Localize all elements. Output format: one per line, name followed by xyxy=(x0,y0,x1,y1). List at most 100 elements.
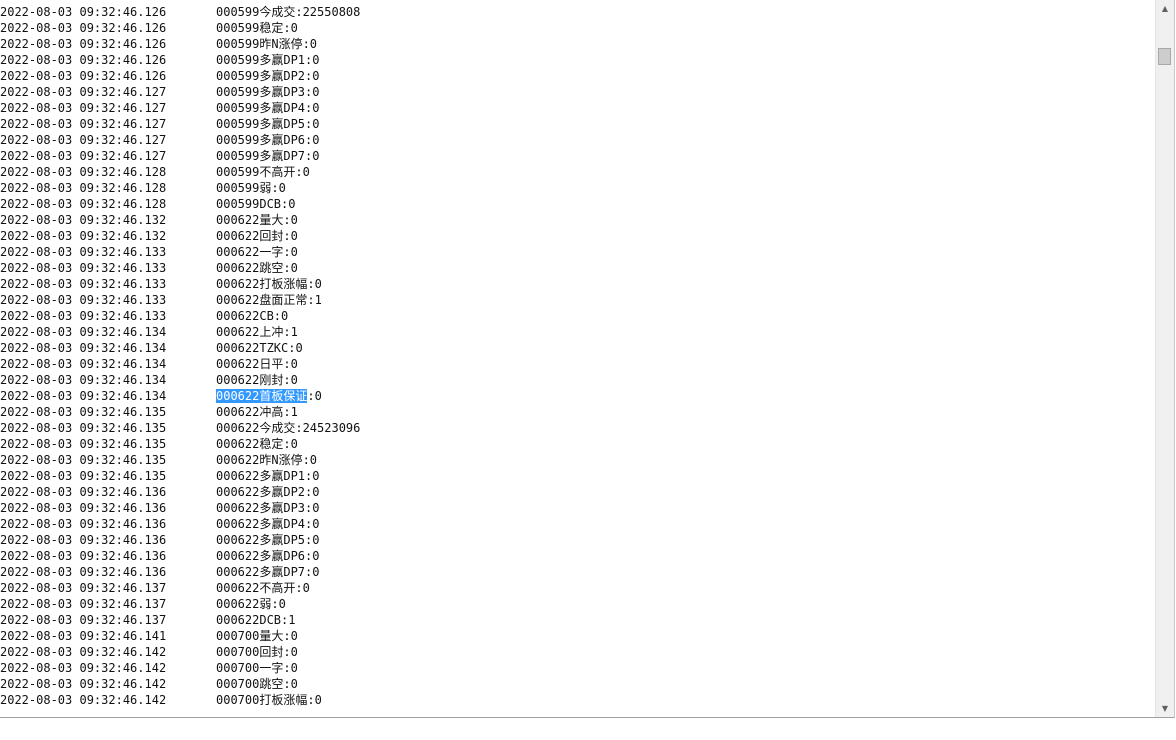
log-timestamp: 2022-08-03 09:32:46.133 xyxy=(0,293,167,307)
log-timestamp: 2022-08-03 09:32:46.127 xyxy=(0,101,167,115)
log-message: 000622上冲:1 xyxy=(216,325,298,339)
log-message-rest: :0 xyxy=(307,389,322,403)
log-message: 000622量大:0 xyxy=(216,213,298,227)
log-timestamp: 2022-08-03 09:32:46.133 xyxy=(0,277,167,291)
log-message: 000622多赢DP2:0 xyxy=(216,485,320,499)
log-timestamp: 2022-08-03 09:32:46.134 xyxy=(0,357,167,371)
log-line: 2022-08-03 09:32:46.128 000599不高开:0 xyxy=(0,164,1150,180)
log-message: 000622刚封:0 xyxy=(216,373,298,387)
log-timestamp: 2022-08-03 09:32:46.136 xyxy=(0,549,167,563)
log-line: 2022-08-03 09:32:46.127 000599多赢DP6:0 xyxy=(0,132,1150,148)
log-timestamp: 2022-08-03 09:32:46.133 xyxy=(0,309,167,323)
log-timestamp: 2022-08-03 09:32:46.142 xyxy=(0,693,167,707)
log-line: 2022-08-03 09:32:46.126 000599多赢DP1:0 xyxy=(0,52,1150,68)
log-message: 000622多赢DP1:0 xyxy=(216,469,320,483)
log-message: 000622昨N涨停:0 xyxy=(216,453,318,467)
log-timestamp: 2022-08-03 09:32:46.137 xyxy=(0,581,167,595)
log-line: 2022-08-03 09:32:46.127 000599多赢DP4:0 xyxy=(0,100,1150,116)
log-line: 2022-08-03 09:32:46.134 000622上冲:1 xyxy=(0,324,1150,340)
log-line: 2022-08-03 09:32:46.127 000599多赢DP7:0 xyxy=(0,148,1150,164)
log-message: 000599昨N涨停:0 xyxy=(216,37,318,51)
log-timestamp: 2022-08-03 09:32:46.136 xyxy=(0,501,167,515)
log-line: 2022-08-03 09:32:46.126 000599今成交:2255080… xyxy=(0,4,1150,20)
log-timestamp: 2022-08-03 09:32:46.136 xyxy=(0,517,167,531)
log-line: 2022-08-03 09:32:46.142 000700跳空:0 xyxy=(0,676,1150,692)
log-timestamp: 2022-08-03 09:32:46.142 xyxy=(0,677,167,691)
log-message: 000622DCB:1 xyxy=(216,613,296,627)
log-line: 2022-08-03 09:32:46.135 000622多赢DP1:0 xyxy=(0,468,1150,484)
log-message: 000622TZKC:0 xyxy=(216,341,303,355)
log-timestamp: 2022-08-03 09:32:46.126 xyxy=(0,5,167,19)
log-message: 000622弱:0 xyxy=(216,597,286,611)
scroll-up-icon[interactable]: ▲ xyxy=(1156,0,1174,17)
scrollbar-thumb[interactable] xyxy=(1158,48,1171,65)
log-line: 2022-08-03 09:32:46.133 000622CB:0 xyxy=(0,308,1150,324)
log-timestamp: 2022-08-03 09:32:46.126 xyxy=(0,53,167,67)
log-line: 2022-08-03 09:32:46.134 000622首板保证:0 xyxy=(0,388,1150,404)
log-timestamp: 2022-08-03 09:32:46.128 xyxy=(0,197,167,211)
log-line: 2022-08-03 09:32:46.136 000622多赢DP3:0 xyxy=(0,500,1150,516)
log-timestamp: 2022-08-03 09:32:46.136 xyxy=(0,565,167,579)
log-timestamp: 2022-08-03 09:32:46.127 xyxy=(0,149,167,163)
log-textarea[interactable]: 2022-08-03 09:32:46.126 000599今成交:2255080… xyxy=(0,4,1150,714)
log-line: 2022-08-03 09:32:46.128 000599DCB:0 xyxy=(0,196,1150,212)
log-message: 000599DCB:0 xyxy=(216,197,296,211)
log-message: 000599多赢DP7:0 xyxy=(216,149,320,163)
log-timestamp: 2022-08-03 09:32:46.132 xyxy=(0,229,167,243)
log-message: 000599多赢DP1:0 xyxy=(216,53,320,67)
log-line: 2022-08-03 09:32:46.137 000622弱:0 xyxy=(0,596,1150,612)
scroll-down-icon[interactable]: ▼ xyxy=(1156,700,1174,717)
log-window: 2022-08-03 09:32:46.126 000599今成交:2255080… xyxy=(0,0,1175,718)
log-message: 000622不高开:0 xyxy=(216,581,310,595)
log-message: 000622今成交:24523096 xyxy=(216,421,361,435)
log-line: 2022-08-03 09:32:46.136 000622多赢DP2:0 xyxy=(0,484,1150,500)
log-timestamp: 2022-08-03 09:32:46.132 xyxy=(0,213,167,227)
bottom-border-area xyxy=(0,719,1176,740)
log-timestamp: 2022-08-03 09:32:46.128 xyxy=(0,181,167,195)
log-line: 2022-08-03 09:32:46.126 000599昨N涨停:0 xyxy=(0,36,1150,52)
log-line: 2022-08-03 09:32:46.126 000599多赢DP2:0 xyxy=(0,68,1150,84)
log-line: 2022-08-03 09:32:46.132 000622量大:0 xyxy=(0,212,1150,228)
log-line: 2022-08-03 09:32:46.133 000622打板涨幅:0 xyxy=(0,276,1150,292)
log-timestamp: 2022-08-03 09:32:46.128 xyxy=(0,165,167,179)
log-line: 2022-08-03 09:32:46.135 000622稳定:0 xyxy=(0,436,1150,452)
log-timestamp: 2022-08-03 09:32:46.142 xyxy=(0,661,167,675)
log-line: 2022-08-03 09:32:46.136 000622多赢DP5:0 xyxy=(0,532,1150,548)
log-timestamp: 2022-08-03 09:32:46.127 xyxy=(0,117,167,131)
log-message: 000622首板保证:0 xyxy=(216,388,322,404)
log-message: 000599多赢DP4:0 xyxy=(216,101,320,115)
log-message: 000700打板涨幅:0 xyxy=(216,693,322,707)
log-timestamp: 2022-08-03 09:32:46.142 xyxy=(0,645,167,659)
log-line: 2022-08-03 09:32:46.136 000622多赢DP4:0 xyxy=(0,516,1150,532)
log-timestamp: 2022-08-03 09:32:46.127 xyxy=(0,133,167,147)
log-line: 2022-08-03 09:32:46.142 000700回封:0 xyxy=(0,644,1150,660)
log-line: 2022-08-03 09:32:46.126 000599稳定:0 xyxy=(0,20,1150,36)
log-message: 000622多赢DP4:0 xyxy=(216,517,320,531)
log-message: 000622盘面正常:1 xyxy=(216,293,322,307)
log-timestamp: 2022-08-03 09:32:46.137 xyxy=(0,613,167,627)
log-message: 000599多赢DP6:0 xyxy=(216,133,320,147)
log-timestamp: 2022-08-03 09:32:46.126 xyxy=(0,69,167,83)
log-line: 2022-08-03 09:32:46.127 000599多赢DP3:0 xyxy=(0,84,1150,100)
log-timestamp: 2022-08-03 09:32:46.135 xyxy=(0,405,167,419)
log-line: 2022-08-03 09:32:46.136 000622多赢DP6:0 xyxy=(0,548,1150,564)
vertical-scrollbar[interactable]: ▲ ▼ xyxy=(1155,0,1174,717)
log-timestamp: 2022-08-03 09:32:46.135 xyxy=(0,469,167,483)
log-message: 000622多赢DP7:0 xyxy=(216,565,320,579)
log-message: 000599今成交:22550808 xyxy=(216,5,361,19)
log-message: 000622回封:0 xyxy=(216,229,298,243)
log-line: 2022-08-03 09:32:46.134 000622刚封:0 xyxy=(0,372,1150,388)
log-message: 000599多赢DP2:0 xyxy=(216,69,320,83)
log-line: 2022-08-03 09:32:46.135 000622昨N涨停:0 xyxy=(0,452,1150,468)
log-timestamp: 2022-08-03 09:32:46.133 xyxy=(0,261,167,275)
log-timestamp: 2022-08-03 09:32:46.136 xyxy=(0,533,167,547)
log-line: 2022-08-03 09:32:46.133 000622盘面正常:1 xyxy=(0,292,1150,308)
log-message: 000622跳空:0 xyxy=(216,261,298,275)
log-message: 000599稳定:0 xyxy=(216,21,298,35)
selected-text: 000622首板保证 xyxy=(216,389,308,403)
log-message: 000700回封:0 xyxy=(216,645,298,659)
log-message: 000622一字:0 xyxy=(216,245,298,259)
log-timestamp: 2022-08-03 09:32:46.137 xyxy=(0,597,167,611)
log-message: 000622打板涨幅:0 xyxy=(216,277,322,291)
log-message: 000700跳空:0 xyxy=(216,677,298,691)
